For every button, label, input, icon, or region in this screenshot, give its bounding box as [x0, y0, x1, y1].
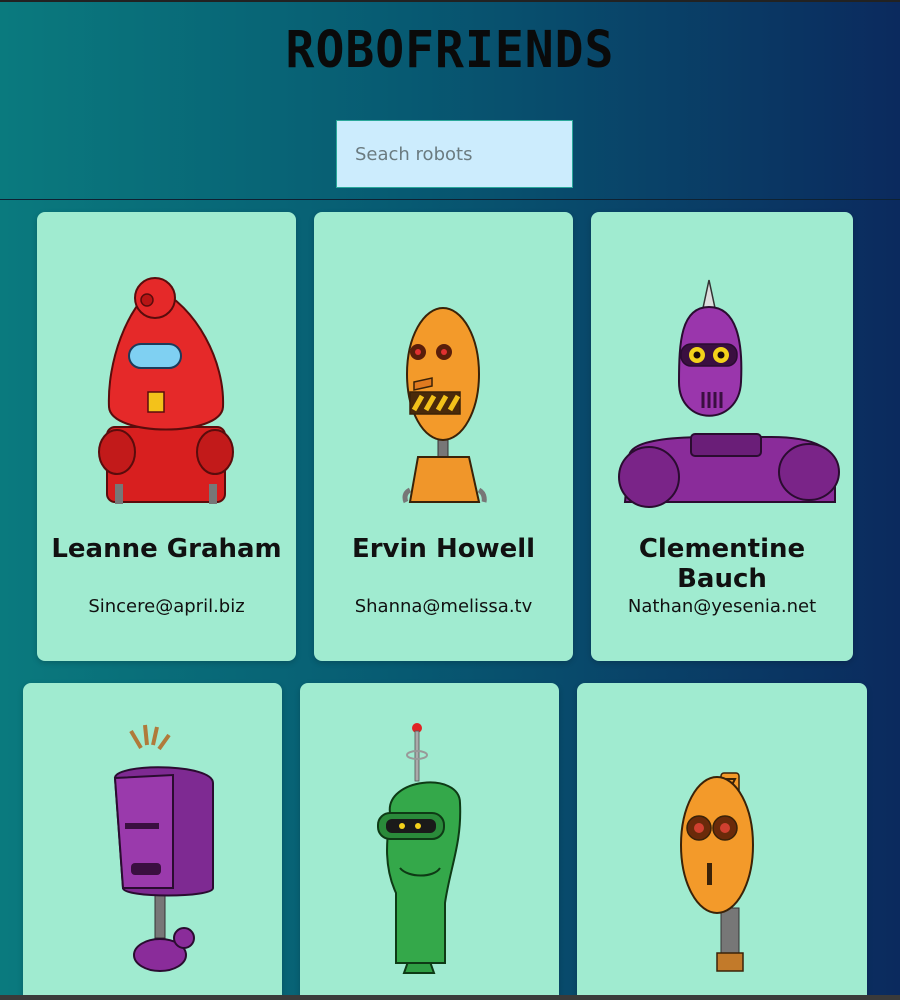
- robot-email: Nathan@yesenia.net: [627, 596, 817, 617]
- app-title: ROBOFRIENDS: [285, 20, 615, 80]
- robot-name: Ervin Howell: [351, 534, 536, 564]
- robot-email: Sincere@april.biz: [88, 596, 245, 617]
- robot-name: Leanne Graham: [51, 534, 282, 564]
- robot-card[interactable]: Ervin Howell Shanna@melissa.tv: [314, 212, 573, 661]
- robot-card[interactable]: Leanne Graham Sincere@april.biz: [37, 212, 296, 661]
- robot-card[interactable]: [300, 683, 559, 1000]
- robot-email: Shanna@melissa.tv: [354, 596, 533, 617]
- robot-name: Clementine Bauch: [638, 534, 806, 594]
- robot-image: [618, 279, 840, 508]
- robot-image: [113, 724, 214, 972]
- page-header: ROBOFRIENDS: [0, 0, 900, 200]
- search-input[interactable]: [336, 120, 573, 188]
- robot-card[interactable]: Clementine Bauch Nathan@yesenia.net: [591, 212, 853, 661]
- robot-card[interactable]: [577, 683, 867, 1000]
- robot-card[interactable]: [23, 683, 282, 1000]
- robot-image: [98, 277, 234, 504]
- robot-image: [402, 307, 487, 504]
- robot-image: [377, 723, 462, 974]
- robot-image: [680, 772, 754, 972]
- window-bottom-border: [0, 995, 900, 1000]
